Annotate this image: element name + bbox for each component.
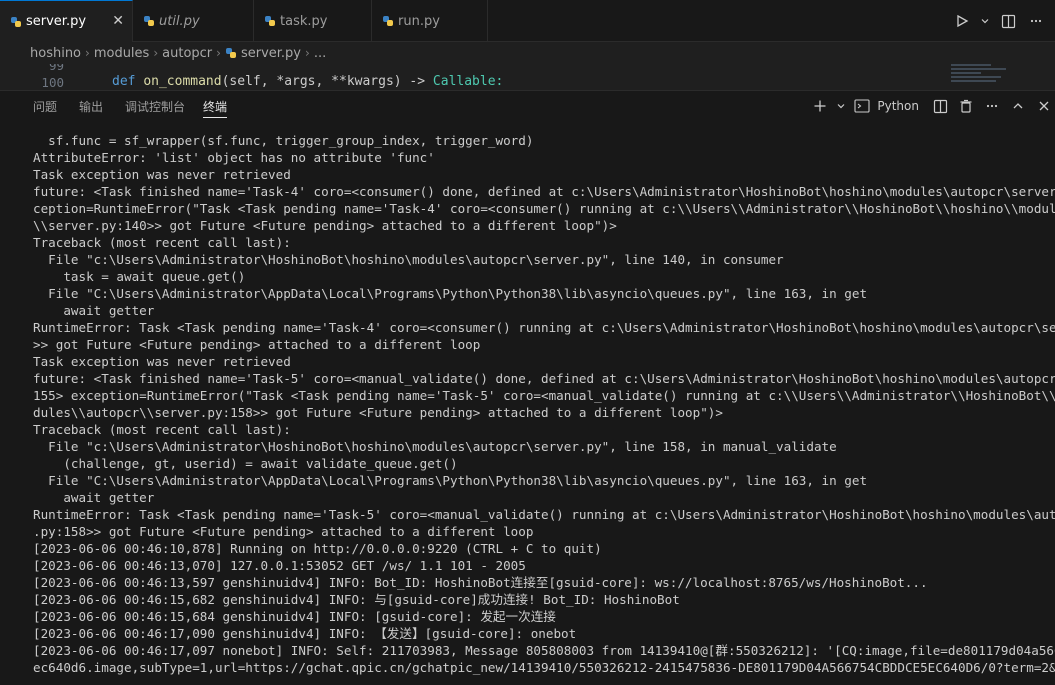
terminal-line: Task exception was never retrieved [33, 354, 291, 369]
terminal-line: .py:158>> got Future <Future pending> at… [33, 524, 534, 539]
chevron-right-icon: › [153, 46, 159, 60]
more-actions-icon[interactable] [981, 95, 1003, 117]
code-class: Callable: [432, 74, 504, 89]
terminal-line: File "c:\Users\Administrator\HoshinoBot\… [33, 252, 784, 267]
editor-tab-bar: server.py ✕ util.py task.py run.py [0, 0, 1055, 42]
breadcrumb-item[interactable]: modules [94, 46, 150, 61]
terminal-line: await getter [33, 490, 155, 505]
bottom-panel: 问题 输出 调试控制台 终端 Python sf.func = sf_wrapp… [0, 90, 1055, 685]
trash-icon[interactable] [955, 95, 977, 117]
line-number: 99 [48, 64, 64, 73]
code-keyword: def [112, 74, 136, 89]
terminal-line: [2023-06-06 00:46:13,070] 127.0.0.1:5305… [33, 558, 526, 573]
terminal-line: 155> exception=RuntimeError("Task <Task … [33, 388, 1055, 403]
terminal-output[interactable]: sf.func = sf_wrapper(sf.func, trigger_gr… [33, 132, 1055, 685]
panel-actions: Python [809, 93, 1055, 119]
terminal-line: task = await queue.get() [33, 269, 246, 284]
terminal-line: [2023-06-06 00:46:17,090 genshinuidv4] I… [33, 626, 577, 641]
tab-run-py[interactable]: run.py [372, 0, 488, 42]
breadcrumb-item[interactable]: server.py [241, 46, 301, 61]
terminal-line: Traceback (most recent call last): [33, 235, 291, 250]
chevron-right-icon: › [216, 46, 221, 60]
terminal-line: future: <Task finished name='Task-5' cor… [33, 371, 1055, 386]
terminal-line: >> got Future <Future pending> attached … [33, 337, 481, 352]
terminal-line: File "C:\Users\Administrator\AppData\Loc… [33, 286, 868, 301]
tab-debug-console[interactable]: 调试控制台 [125, 98, 185, 118]
tab-label: server.py [26, 14, 87, 29]
close-icon[interactable] [1033, 95, 1055, 117]
terminal-line: RuntimeError: Task <Task pending name='T… [33, 507, 1055, 522]
panel-tab-bar: 问题 输出 调试控制台 终端 Python [0, 91, 1055, 121]
terminal-line: dules\\autopcr\\server.py:158>> got Futu… [33, 405, 723, 420]
tab-server-py[interactable]: server.py ✕ [0, 0, 133, 42]
editor-actions [951, 0, 1055, 42]
run-icon[interactable] [951, 10, 973, 32]
chevron-up-icon[interactable] [1007, 95, 1029, 117]
python-file-icon [144, 16, 154, 26]
terminal-line: [2023-06-06 00:46:10,878] Running on htt… [33, 541, 602, 556]
new-terminal-icon[interactable] [809, 95, 831, 117]
terminal-profile-label[interactable]: Python [877, 99, 919, 113]
breadcrumb-item[interactable]: autopcr [162, 46, 212, 61]
terminal-line: await getter [33, 303, 155, 318]
terminal-line: File "C:\Users\Administrator\AppData\Loc… [33, 473, 868, 488]
tab-terminal[interactable]: 终端 [203, 98, 228, 118]
tab-label: util.py [159, 13, 200, 29]
status-bar [0, 680, 1055, 685]
chevron-down-icon[interactable] [835, 95, 847, 117]
terminal-icon[interactable] [851, 95, 873, 117]
python-file-icon [225, 48, 236, 58]
tab-output[interactable]: 输出 [79, 98, 103, 118]
terminal-line: [2023-06-06 00:46:15,684 genshinuidv4] I… [33, 609, 556, 624]
terminal-line: (challenge, gt, userid) = await validate… [33, 456, 458, 471]
python-file-icon [383, 16, 393, 26]
terminal-line: File "c:\Users\Administrator\HoshinoBot\… [33, 439, 837, 454]
terminal-line: [2023-06-06 00:46:17,097 nonebot] INFO: … [33, 643, 1055, 658]
close-icon[interactable]: ✕ [112, 13, 124, 29]
python-file-icon [265, 16, 275, 26]
code-editor[interactable]: 99 100 def on_command(self, *args, **kwa… [0, 64, 1055, 92]
code-text: (self, *args, **kwargs) -> [221, 74, 433, 89]
more-actions-icon[interactable] [1025, 10, 1047, 32]
tab-problems[interactable]: 问题 [33, 98, 57, 118]
terminal-line: \\server.py:140>> got Future <Future pen… [33, 218, 617, 233]
breadcrumb-item[interactable]: ... [314, 46, 326, 61]
chevron-right-icon: › [305, 46, 310, 60]
terminal-line: AttributeError: 'list' object has no att… [33, 150, 435, 165]
python-file-icon [11, 17, 21, 27]
tab-label: run.py [398, 13, 440, 29]
split-editor-icon[interactable] [997, 10, 1019, 32]
code-function: on_command [143, 74, 222, 89]
terminal-line: ec640d6.image,subType=1,url=https://gcha… [33, 660, 1055, 675]
breadcrumb-item[interactable]: hoshino [30, 46, 81, 61]
chevron-down-icon[interactable] [979, 10, 991, 32]
breadcrumb: hoshino › modules › autopcr › server.py … [0, 42, 1055, 64]
minimap[interactable] [951, 64, 1011, 92]
terminal-line: Task exception was never retrieved [33, 167, 291, 182]
terminal-line: ception=RuntimeError("Task <Task pending… [33, 201, 1055, 216]
code-line: def on_command(self, *args, **kwargs) ->… [112, 74, 503, 89]
terminal-line: [2023-06-06 00:46:15,682 genshinuidv4] I… [33, 592, 680, 607]
split-terminal-icon[interactable] [929, 95, 951, 117]
terminal-line: RuntimeError: Task <Task pending name='T… [33, 320, 1055, 335]
terminal-line: future: <Task finished name='Task-4' cor… [33, 184, 1055, 199]
terminal-line: [2023-06-06 00:46:13,597 genshinuidv4] I… [33, 575, 928, 590]
tab-task-py[interactable]: task.py [254, 0, 372, 42]
terminal-line: Traceback (most recent call last): [33, 422, 291, 437]
tab-label: task.py [280, 13, 328, 29]
tab-util-py[interactable]: util.py [133, 0, 254, 42]
line-number: 100 [41, 75, 64, 90]
terminal-line: sf.func = sf_wrapper(sf.func, trigger_gr… [33, 133, 534, 148]
chevron-right-icon: › [85, 46, 90, 60]
